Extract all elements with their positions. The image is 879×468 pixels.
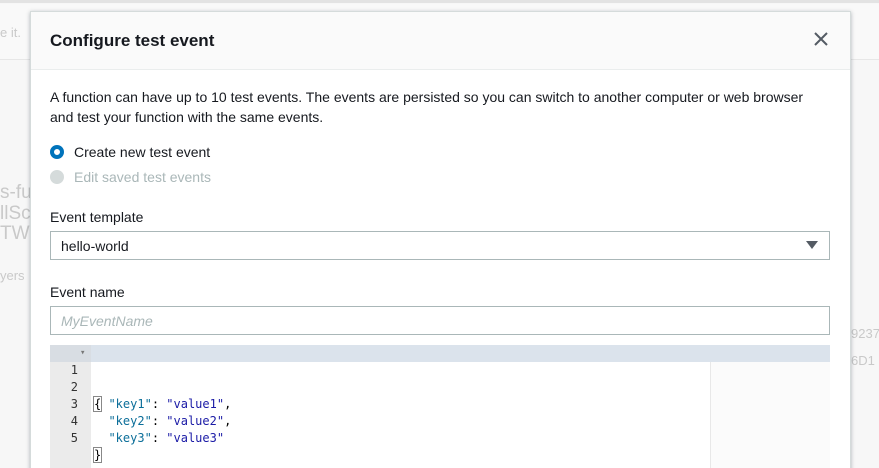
radio-checked-icon[interactable] bbox=[50, 145, 64, 159]
radio-disabled-icon bbox=[50, 170, 64, 184]
radio-edit-saved-test-events: Edit saved test events bbox=[50, 169, 211, 185]
code-line[interactable]: 4 "key3": "value3" bbox=[50, 396, 710, 445]
background-text: yers bbox=[0, 268, 25, 283]
background-text: 6D1 bbox=[851, 353, 875, 368]
fold-arrow-icon[interactable]: ▾ bbox=[80, 345, 85, 362]
background-text: llSc bbox=[0, 203, 31, 224]
modal-description: A function can have up to 10 test events… bbox=[50, 89, 804, 125]
editor-print-margin bbox=[710, 345, 711, 468]
background-text: e it. bbox=[0, 25, 21, 40]
code-line[interactable]: 2 "key1": "value1", bbox=[50, 362, 710, 411]
editor-print-margin-area bbox=[711, 345, 830, 468]
radio-label: Create new test event bbox=[74, 144, 211, 160]
radio-label: Edit saved test events bbox=[74, 169, 211, 185]
modal-title: Configure test event bbox=[50, 31, 215, 50]
configure-test-event-modal: Configure test event A function can have… bbox=[30, 11, 851, 468]
line-number: 5 bbox=[70, 431, 78, 445]
close-icon[interactable] bbox=[812, 30, 830, 48]
event-name-label: Event name bbox=[50, 284, 125, 300]
event-name-input[interactable] bbox=[50, 306, 830, 335]
event-template-value: hello-world bbox=[61, 238, 129, 254]
modal-header: Configure test event bbox=[31, 12, 850, 70]
json-key: "key3" bbox=[108, 431, 152, 445]
close-brace: } bbox=[92, 447, 103, 463]
event-template-select[interactable]: hello-world bbox=[50, 231, 830, 260]
caret-down-icon bbox=[806, 241, 818, 249]
background-text: s-fu bbox=[0, 182, 32, 203]
json-value: "value3" bbox=[166, 431, 225, 445]
code-line[interactable]: 5 } bbox=[50, 413, 710, 463]
event-template-label: Event template bbox=[50, 209, 144, 225]
radio-create-new-test-event[interactable]: Create new test event bbox=[50, 144, 210, 160]
event-json-editor[interactable]: 1 ▾ { 2 "key1": "value1", 3 "key2": "val… bbox=[50, 345, 830, 468]
background-text: 9237 bbox=[851, 326, 879, 341]
code-line[interactable]: 3 "key2": "value2", bbox=[50, 379, 710, 428]
background-topbar bbox=[0, 0, 879, 3]
code-line[interactable]: 1 ▾ { bbox=[50, 345, 710, 412]
